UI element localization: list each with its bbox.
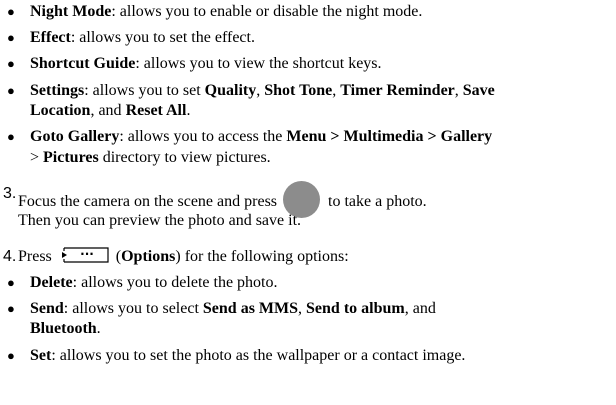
- bullet: ●: [7, 275, 15, 290]
- item-desc: : allows you to enable or disable the ni…: [111, 3, 423, 20]
- item-desc: : allows you to set the effect.: [70, 29, 255, 46]
- bullet: ●: [7, 4, 15, 19]
- manual-page: ● Night Mode: allows you to enable or di…: [3, 3, 495, 364]
- bullet: ●: [7, 129, 15, 144]
- item-title: Effect: [30, 29, 71, 46]
- options-softkey-icon: ···: [58, 247, 110, 263]
- step-number: 3.: [3, 185, 17, 202]
- step-number: 4.: [3, 248, 17, 265]
- bullet: ●: [7, 83, 15, 98]
- item-title: Night Mode: [30, 3, 112, 20]
- item-title: Shortcut Guide: [30, 55, 136, 72]
- bullet: ●: [7, 56, 15, 71]
- svg-text:···: ···: [80, 247, 94, 261]
- item-desc: : allows you to view the shortcut keys.: [135, 55, 382, 72]
- bullet: ●: [7, 348, 15, 363]
- bullet: ●: [7, 30, 15, 45]
- bullet: ●: [7, 301, 15, 316]
